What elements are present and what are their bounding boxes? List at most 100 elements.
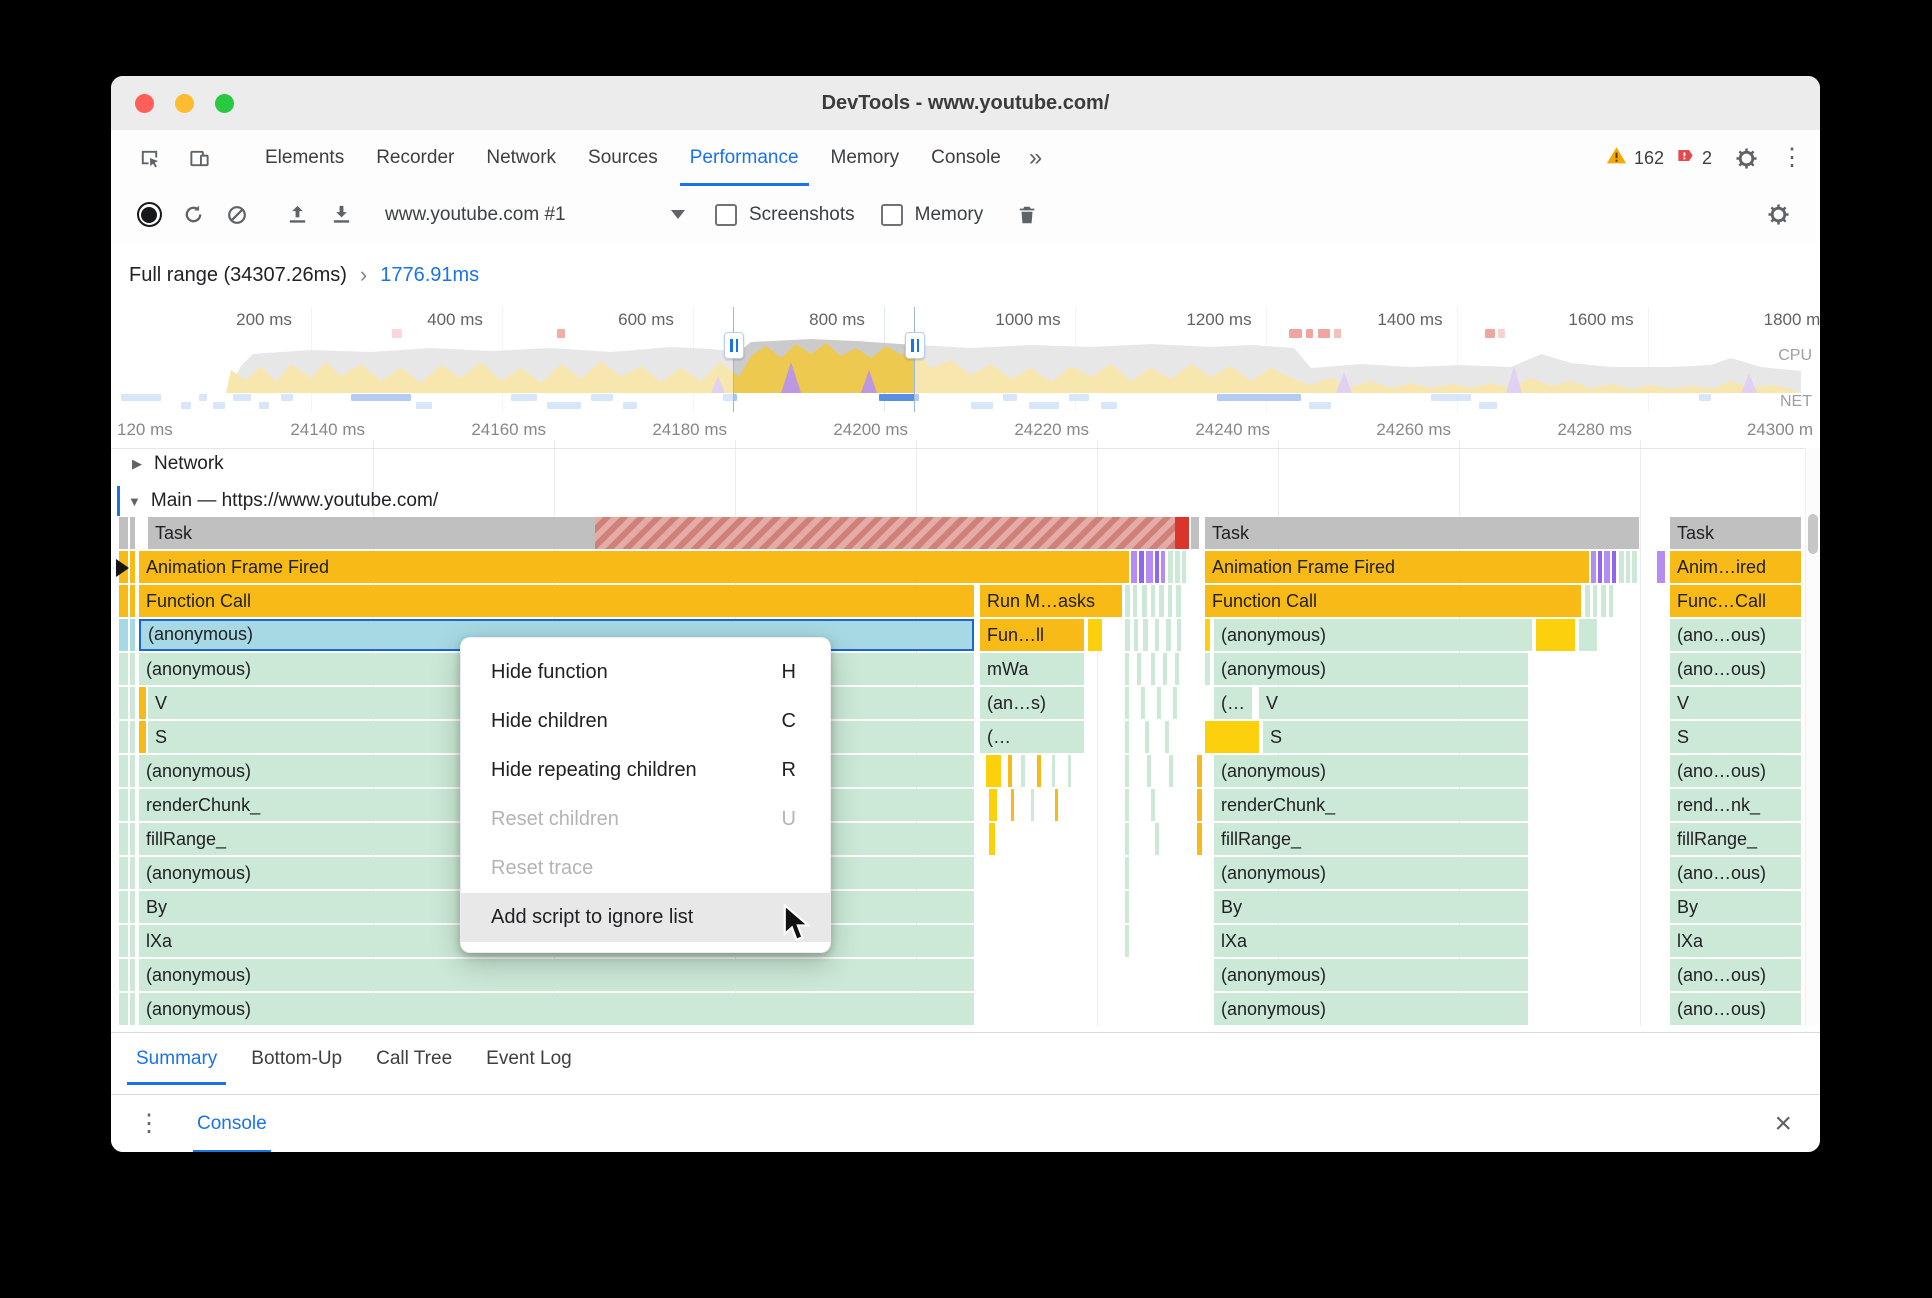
flame-bar[interactable]: Fun…ll [980, 619, 1084, 651]
detail-tab-bottom-up[interactable]: Bottom-Up [234, 1033, 359, 1085]
flame-bar[interactable]: Run M…asks [980, 585, 1122, 617]
flame-bar[interactable]: (anonymous) [139, 959, 974, 991]
flame-bar[interactable]: Function Call [139, 585, 974, 617]
detail-tab-summary[interactable]: Summary [119, 1033, 234, 1085]
collect-garbage-icon[interactable] [1005, 193, 1049, 237]
main-track-header[interactable]: ▼ Main — https://www.youtube.com/ [111, 486, 1820, 516]
drawer-tab-console[interactable]: Console [193, 1095, 271, 1152]
tab-recorder[interactable]: Recorder [360, 130, 470, 186]
flame-chart[interactable]: 120 ms 24140 ms 24160 ms 24180 ms 24200 ms 24… [111, 412, 1820, 1032]
menu-item-add-script-to-ignore-list[interactable]: Add script to ignore list [461, 893, 830, 942]
flame-bar-fragment [1125, 619, 1130, 651]
flame-bar[interactable]: (anonymous) [139, 993, 974, 1025]
flame-bar[interactable]: (anonymous) [1214, 653, 1528, 685]
tab-sources[interactable]: Sources [572, 130, 674, 186]
flame-bar[interactable]: Anim…ired [1670, 551, 1801, 583]
flame-bar[interactable]: (ano…ous) [1670, 755, 1801, 787]
flame-bar[interactable]: S [1263, 721, 1528, 753]
warnings-counter[interactable]: 162 [1606, 145, 1664, 171]
load-profile-icon[interactable] [275, 193, 319, 237]
menu-item-hide-function[interactable]: Hide function H [461, 648, 830, 697]
flame-bar-fragment [130, 517, 135, 549]
menu-item-hide-children[interactable]: Hide children C [461, 697, 830, 746]
save-profile-icon[interactable] [319, 193, 363, 237]
flame-bar[interactable]: (anonymous) [1214, 619, 1532, 651]
flame-bar[interactable]: (… [1214, 687, 1252, 719]
reload-and-record-icon[interactable] [171, 193, 215, 237]
flame-bar[interactable]: Task [1205, 517, 1639, 549]
screenshots-checkbox-label: Screenshots [749, 203, 855, 225]
tab-network[interactable]: Network [470, 130, 572, 186]
flame-bar-fragment [1021, 755, 1025, 787]
flame-bar[interactable]: (an…s) [980, 687, 1084, 719]
flame-bar[interactable]: (ano…ous) [1670, 857, 1801, 889]
flame-bar[interactable]: (anonymous) [1214, 993, 1528, 1025]
breadcrumb-full-range[interactable]: Full range (34307.26ms) [129, 264, 347, 287]
flame-bar-fragment [130, 993, 135, 1025]
issues-counter[interactable]: 2 [1676, 146, 1712, 170]
network-track-header[interactable]: ▶ Network [111, 448, 1820, 480]
detail-tab-event-log[interactable]: Event Log [469, 1033, 589, 1085]
range-handle-right[interactable] [905, 332, 925, 359]
tab-elements[interactable]: Elements [249, 130, 360, 186]
breadcrumb-selection[interactable]: 1776.91ms [380, 264, 479, 287]
flame-bar[interactable]: (ano…ous) [1670, 653, 1801, 685]
flame-bar[interactable]: (ano…ous) [1670, 959, 1801, 991]
main-menu-kebab-icon[interactable]: ⋮ [1780, 146, 1804, 170]
flame-bar-fragment [130, 653, 135, 685]
flame-bar[interactable]: mWa [980, 653, 1084, 685]
drawer-close-icon[interactable]: × [1774, 1109, 1792, 1139]
network-collapsed-icon[interactable]: ▶ [132, 456, 142, 472]
device-toolbar-icon[interactable] [177, 137, 221, 179]
clear-recording-icon[interactable] [215, 193, 259, 237]
flame-bar[interactable]: V [1259, 687, 1528, 719]
close-window-button[interactable] [135, 93, 154, 113]
flame-bar[interactable]: By [1214, 891, 1528, 923]
flame-bar[interactable]: fillRange_ [1214, 823, 1528, 855]
flame-bar[interactable]: (anonymous) [1214, 755, 1528, 787]
tab-console[interactable]: Console [915, 130, 1017, 186]
flame-bar[interactable]: Function Call [1205, 585, 1581, 617]
flame-bar[interactable]: (… [980, 721, 1084, 753]
flame-bar[interactable]: Func…Call [1670, 585, 1801, 617]
flame-bar[interactable]: rend…nk_ [1670, 789, 1801, 821]
flame-bar[interactable]: V [1670, 687, 1801, 719]
menu-item-label: Hide repeating children [491, 759, 697, 781]
flame-scrollbar-track[interactable] [1805, 448, 1820, 1026]
recording-history-select[interactable]: www.youtube.com #1 [385, 204, 685, 226]
flame-bar[interactable]: (ano…ous) [1670, 993, 1801, 1025]
flame-bar[interactable]: (ano…ous) [1670, 619, 1801, 651]
flame-bar[interactable]: Task [148, 517, 595, 549]
flame-bar-fragment [1125, 585, 1130, 617]
minimize-window-button[interactable] [175, 93, 194, 113]
flame-scrollbar-thumb[interactable] [1808, 514, 1818, 554]
flame-bar[interactable]: (anonymous) [1214, 857, 1528, 889]
tab-performance[interactable]: Performance [674, 130, 815, 186]
memory-checkbox[interactable]: Memory [880, 203, 983, 226]
capture-settings-gear-icon[interactable] [1756, 193, 1800, 237]
inspect-element-icon[interactable] [127, 137, 171, 179]
record-button[interactable] [127, 193, 171, 237]
zoom-window-button[interactable] [215, 93, 234, 113]
flame-bar[interactable]: (anonymous) [1214, 959, 1528, 991]
tab-memory[interactable]: Memory [815, 130, 916, 186]
settings-gear-icon[interactable] [1724, 137, 1768, 179]
flame-bar[interactable]: lXa [1670, 925, 1801, 957]
more-tabs-icon[interactable]: » [1017, 130, 1054, 186]
flame-bar[interactable]: fillRange_ [1670, 823, 1801, 855]
range-handle-left[interactable] [724, 332, 744, 359]
drawer-kebab-icon[interactable]: ⋮ [137, 1112, 161, 1136]
menu-item-hide-repeating-children[interactable]: Hide repeating children R [461, 746, 830, 795]
flame-bar[interactable]: S [1670, 721, 1801, 753]
main-expanded-icon[interactable]: ▼ [128, 494, 141, 509]
flame-row: lXa lXa lXa [111, 924, 1820, 958]
timeline-overview[interactable]: 200 ms 400 ms 600 ms 800 ms 1000 ms 1200 ms 14… [111, 307, 1820, 413]
screenshots-checkbox[interactable]: Screenshots [715, 203, 855, 226]
detail-tab-call-tree[interactable]: Call Tree [359, 1033, 469, 1085]
flame-bar[interactable]: Animation Frame Fired [139, 551, 1129, 583]
flame-bar[interactable]: By [1670, 891, 1801, 923]
flame-bar[interactable]: renderChunk_ [1214, 789, 1528, 821]
flame-bar[interactable]: Task [1670, 517, 1801, 549]
flame-bar[interactable]: Animation Frame Fired [1205, 551, 1589, 583]
flame-bar[interactable]: lXa [1214, 925, 1528, 957]
